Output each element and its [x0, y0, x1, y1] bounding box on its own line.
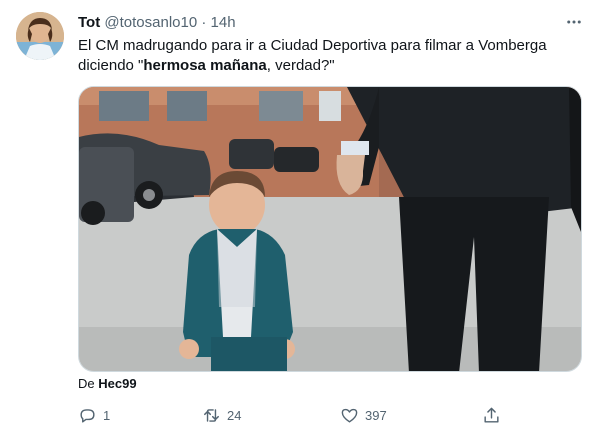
tweet-header: Tot @totosanlo10 · 14h	[78, 13, 236, 33]
media-credit-user[interactable]: Hec99	[98, 376, 136, 391]
tweet-media-gif[interactable]	[78, 86, 582, 372]
share-icon	[484, 407, 499, 423]
like-count: 397	[365, 407, 387, 423]
media-frame-image	[79, 87, 581, 371]
header-separator: ·	[201, 14, 207, 31]
like-button[interactable]: 397	[340, 400, 387, 430]
media-credit-prefix: De	[78, 376, 95, 391]
avatar[interactable]	[16, 12, 64, 60]
author-handle[interactable]: @totosanlo10	[104, 14, 197, 31]
more-options-button[interactable]	[562, 10, 586, 34]
tweet-card[interactable]: Tot @totosanlo10 · 14h El CM madrugando …	[0, 0, 599, 439]
tweet-text-part2: , verdad?"	[266, 57, 335, 74]
tweet-text: El CM madrugando para ir a Ciudad Deport…	[78, 36, 578, 76]
retweet-count: 24	[227, 407, 242, 423]
reply-button[interactable]: 1	[78, 400, 110, 430]
media-credit: De Hec99	[78, 376, 137, 392]
author-name[interactable]: Tot	[78, 14, 100, 31]
share-button[interactable]	[482, 400, 501, 430]
tweet-actions: 1 24 397	[70, 400, 510, 430]
avatar-image	[16, 12, 64, 60]
more-dots-icon	[567, 20, 581, 24]
heart-icon	[341, 408, 358, 423]
retweet-icon	[204, 408, 219, 422]
tweet-time[interactable]: 14h	[211, 14, 236, 31]
retweet-button[interactable]: 24	[202, 400, 241, 430]
reply-icon	[80, 408, 95, 423]
reply-count: 1	[103, 407, 111, 423]
tweet-text-bold: hermosa mañana	[143, 57, 267, 74]
